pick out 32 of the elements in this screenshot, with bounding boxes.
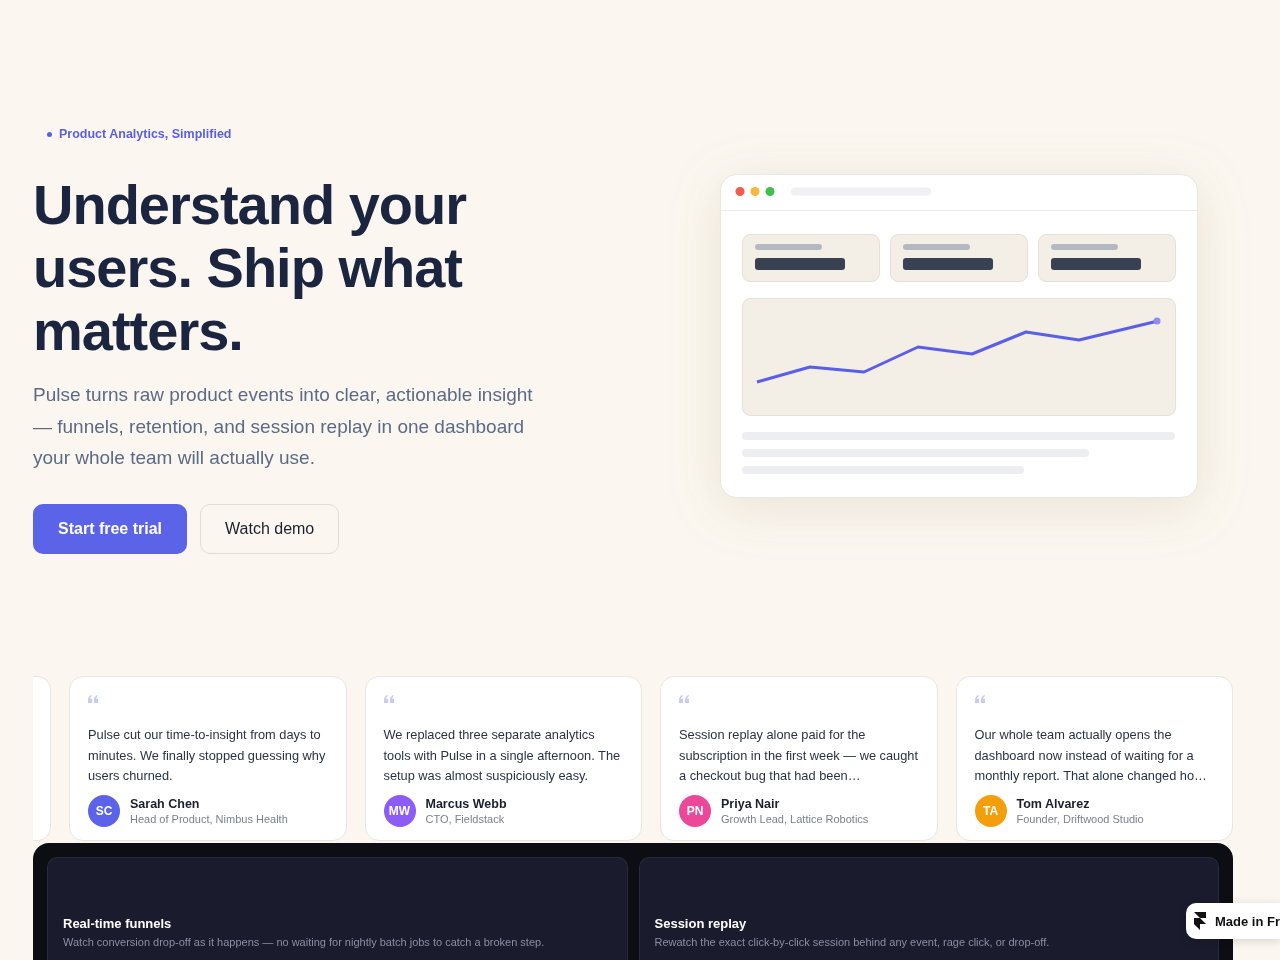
quote-icon <box>974 695 985 703</box>
hero-description: Pulse turns raw product events into clear, actionable insight — funnels, retention, and session replay in one dashboard your whole team will actually use. <box>33 383 534 470</box>
eyebrow-label: Product Analytics, Simplified <box>59 126 232 142</box>
logo-icon <box>1194 912 1206 930</box>
author-role: Head of Product, Nimbus Health <box>130 812 288 826</box>
avatar: SC <box>88 795 120 827</box>
demo-button[interactable]: Watch demo <box>200 503 340 554</box>
feature-description: Watch conversion drop-off as it happens — no waiting for nightly batch jobs to catch a broken step. <box>63 935 545 949</box>
quote-text: Our whole team actually opens the dashboard now instead of waiting for a monthly report. That alone changed ho… <box>974 726 1208 785</box>
quote-icon <box>383 695 394 703</box>
quote-text: Pulse cut our time-to-insight from days to minutes. We finally stopped guessing why users churned. <box>88 726 327 785</box>
feature-title: Session replay <box>654 915 747 932</box>
headline: Understand your users. Ship what matters. <box>33 173 468 362</box>
start-trial-button[interactable]: Start free trial <box>33 503 188 554</box>
author-role: Founder, Driftwood Studio <box>1016 812 1144 826</box>
author-name: Sarah Chen <box>130 796 200 812</box>
quote-icon <box>88 695 98 703</box>
quote-text: We replaced three separate analytics tools with Pulse in a single afternoon. The setup was almost suspiciously easy. <box>383 726 622 785</box>
author-role: CTO, Fieldstack <box>425 812 505 826</box>
badge-link[interactable]: Made in Fr <box>1186 903 1280 939</box>
author-name: Marcus Webb <box>425 796 507 812</box>
author-role: Growth Lead, Lattice Robotics <box>721 812 869 826</box>
avatar: MW <box>383 795 416 827</box>
feature-description: Rewatch the exact click-by-click session behind any event, rage click, or drop-off. <box>654 935 1050 949</box>
avatar: TA <box>974 795 1007 827</box>
author-name: Priya Nair <box>721 796 780 812</box>
dot-icon <box>47 131 52 137</box>
quote-icon <box>679 695 689 703</box>
avatar: PN <box>679 795 711 827</box>
feature-title: Real-time funnels <box>63 915 172 932</box>
quote-text: Session replay alone paid for the subscription in the first week — we caught a checkout bug that had been… <box>679 726 919 785</box>
author-name: Tom Alvarez <box>1016 796 1090 812</box>
